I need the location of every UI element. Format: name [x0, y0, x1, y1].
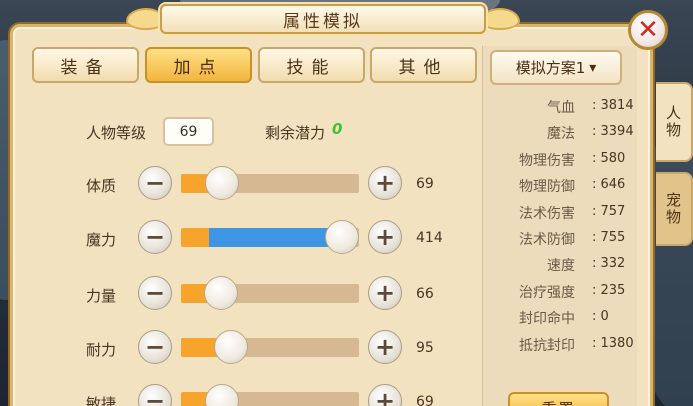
attribute-name: 封印命中	[519, 311, 575, 327]
attribute-value: : 755	[592, 230, 626, 245]
minus-icon: −	[144, 333, 166, 361]
potential-label: 剩余潜力	[265, 124, 326, 142]
constitution-plus-button[interactable]: +	[368, 166, 402, 200]
slider-fill-base	[181, 228, 209, 247]
attribute-name: 速度	[547, 258, 575, 274]
plus-icon: +	[374, 279, 396, 307]
attribute-name: 物理防御	[519, 179, 575, 195]
magic-value: 414	[416, 230, 443, 246]
constitution-slider-knob[interactable]	[205, 166, 239, 200]
strength-slider-knob[interactable]	[204, 276, 238, 310]
tab-equipment[interactable]: 装备	[32, 47, 139, 83]
level-input[interactable]: 69	[163, 117, 214, 146]
attribute-value: : 1380	[592, 336, 634, 351]
attribute-name: 魔法	[547, 126, 575, 142]
attribute-name: 物理伤害	[519, 153, 575, 169]
agility-value: 69	[416, 394, 434, 406]
endurance-minus-button[interactable]: −	[138, 330, 172, 364]
endurance-value: 95	[416, 340, 434, 356]
endurance-slider[interactable]	[181, 338, 359, 357]
minus-icon: −	[144, 387, 166, 406]
page-title: 属性模拟	[283, 11, 363, 32]
chevron-down-icon: ▾	[589, 59, 597, 76]
stat-label-magic: 魔力	[86, 231, 117, 249]
minus-icon: −	[144, 279, 166, 307]
side-tab-pet[interactable]: 宠物	[656, 172, 693, 246]
tab-other[interactable]: 其他	[370, 47, 477, 83]
strength-value: 66	[416, 286, 434, 302]
reset-button[interactable]: 重置	[508, 392, 609, 406]
attribute-name: 治疗强度	[519, 285, 575, 301]
attribute-value: : 3814	[592, 98, 634, 113]
attribute-value: : 3394	[592, 124, 634, 139]
minus-icon: −	[144, 223, 166, 251]
attribute-name: 抵抗封印	[519, 338, 575, 354]
attribute-value: : 646	[592, 177, 626, 192]
constitution-value: 69	[416, 176, 434, 192]
title-ornament-right-icon	[480, 8, 520, 30]
attribute-value: : 580	[592, 151, 626, 166]
attribute-value: : 332	[592, 256, 626, 271]
strength-plus-button[interactable]: +	[368, 276, 402, 310]
attribute-name: 法术防御	[519, 232, 575, 248]
title-plaque: 属性模拟	[160, 4, 486, 34]
tab-skills[interactable]: 技能	[258, 47, 365, 83]
attribute-value: : 235	[592, 283, 626, 298]
potential-value: 0	[332, 120, 343, 138]
stat-label-endurance: 耐力	[86, 341, 117, 359]
attribute-name: 法术伤害	[519, 206, 575, 222]
plan-select-dropdown[interactable]: 模拟方案1 ▾	[490, 50, 622, 85]
plus-icon: +	[374, 387, 396, 406]
minus-icon: −	[144, 169, 166, 197]
side-tab-character[interactable]: 人物	[656, 82, 693, 162]
close-icon: ✕	[637, 15, 659, 45]
magic-minus-button[interactable]: −	[138, 220, 172, 254]
tab-add-points[interactable]: 加点	[145, 47, 252, 83]
magic-plus-button[interactable]: +	[368, 220, 402, 254]
close-button[interactable]: ✕	[628, 10, 668, 50]
strength-minus-button[interactable]: −	[138, 276, 172, 310]
attribute-value: : 0	[592, 309, 609, 324]
plus-icon: +	[374, 169, 396, 197]
stat-label-agility: 敏捷	[86, 395, 117, 406]
magic-slider-knob[interactable]	[325, 220, 359, 254]
slider-fill-added	[209, 228, 342, 247]
plus-icon: +	[374, 333, 396, 361]
endurance-slider-knob[interactable]	[214, 330, 248, 364]
constitution-minus-button[interactable]: −	[138, 166, 172, 200]
attribute-name: 气血	[547, 100, 575, 116]
level-label: 人物等级	[86, 124, 147, 142]
stat-label-strength: 力量	[86, 287, 117, 305]
plus-icon: +	[374, 223, 396, 251]
plan-select-value: 模拟方案1	[515, 59, 586, 77]
attribute-value: : 757	[592, 204, 626, 219]
stat-label-constitution: 体质	[86, 177, 117, 195]
endurance-plus-button[interactable]: +	[368, 330, 402, 364]
